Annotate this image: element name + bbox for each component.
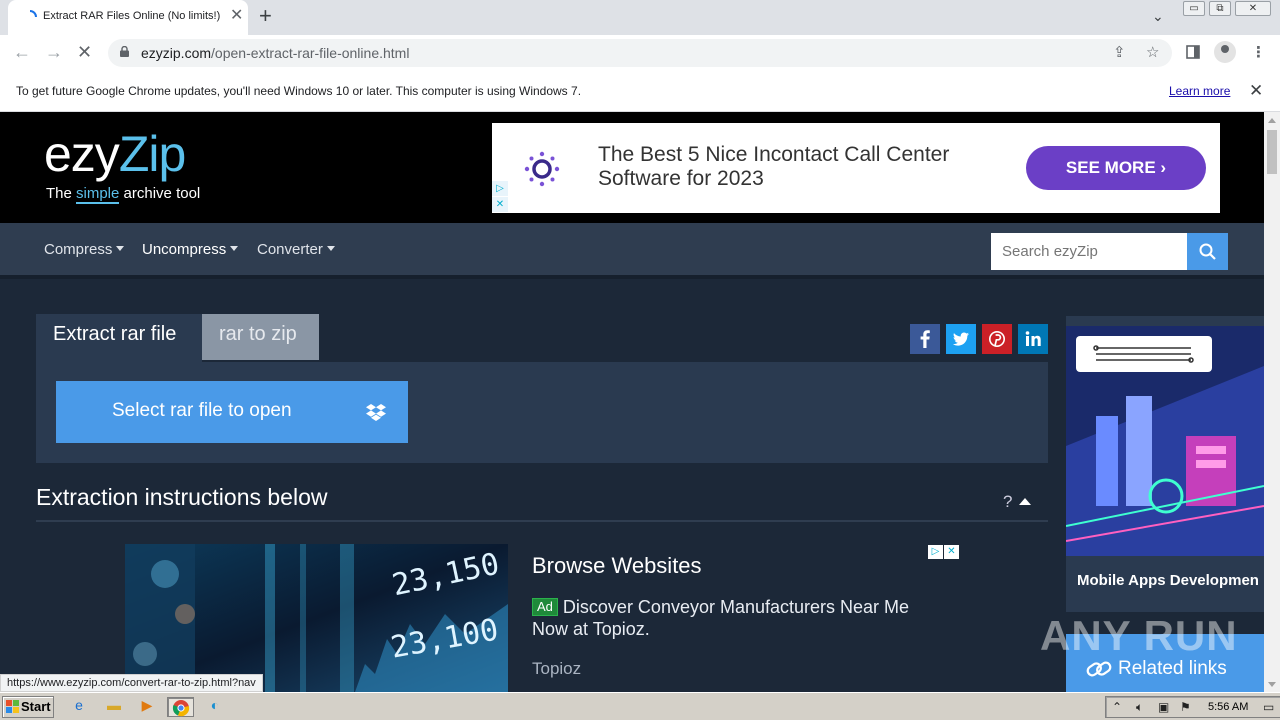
action-center-flag-icon[interactable]: ⚑ <box>1180 700 1191 714</box>
page-scrollbar[interactable] <box>1264 112 1280 692</box>
search-icon <box>1199 243 1216 260</box>
status-bar-url: https://www.ezyzip.com/convert-rar-to-zi… <box>0 674 263 692</box>
search-input[interactable] <box>991 233 1187 270</box>
twitter-icon[interactable] <box>946 324 976 354</box>
tab-strip: Extract RAR Files Online (No limits!) ✕ … <box>0 0 1280 35</box>
page-content: ezyZip The simple archive tool The Best … <box>0 112 1264 692</box>
tab-search-icon[interactable]: ⌄ <box>1152 8 1164 25</box>
folder-icon[interactable]: ▬ <box>103 697 125 717</box>
ad-close-icon[interactable]: ✕ <box>944 545 959 559</box>
infobar-message: To get future Google Chrome updates, you… <box>16 84 582 98</box>
taskbar-clock[interactable]: 5:56 AM <box>1208 701 1248 713</box>
side-ad-text: Mobile Apps Developmen <box>1077 572 1259 589</box>
tab-title: Extract RAR Files Online (No limits!) <box>43 10 221 22</box>
learn-more-link[interactable]: Learn more <box>1169 84 1230 98</box>
minimize-button[interactable]: ▭ <box>1183 1 1205 16</box>
new-tab-button[interactable]: + <box>259 4 272 28</box>
media-player-icon[interactable]: ▶ <box>136 697 158 717</box>
volume-icon[interactable]: 🔈︎ <box>1136 700 1143 715</box>
logo-tagline: The simple archive tool <box>46 185 201 204</box>
help-icon[interactable]: ? <box>1003 492 1012 512</box>
related-links-label: Related links <box>1118 658 1227 679</box>
sun-logo-icon <box>524 151 560 187</box>
site-logo[interactable]: ezyZip <box>44 126 186 182</box>
back-icon[interactable]: ← <box>13 41 31 63</box>
edge-icon[interactable]: ◐ <box>204 697 226 717</box>
scroll-down-icon[interactable] <box>1268 682 1276 687</box>
tab-extract-rar[interactable]: Extract rar file <box>36 314 202 362</box>
profile-avatar-icon[interactable] <box>1214 41 1236 63</box>
browser-tab[interactable]: Extract RAR Files Online (No limits!) ✕ <box>8 0 248 35</box>
windows-logo-icon <box>6 700 19 713</box>
main-navbar: Compress Uncompress Converter <box>0 223 1264 279</box>
menu-icon[interactable]: ⋮ <box>1251 43 1266 61</box>
ad-source: Topioz <box>532 659 582 678</box>
top-banner-ad[interactable]: The Best 5 Nice Incontact Call Center So… <box>492 123 1220 213</box>
circuit-ad-image <box>1066 326 1264 556</box>
ad-body[interactable]: Ad Discover Conveyor Manufacturers Near … <box>532 596 912 640</box>
share-icon[interactable]: ⇪ <box>1113 43 1126 61</box>
forward-icon[interactable]: → <box>45 41 63 63</box>
section-divider <box>36 520 1048 522</box>
stock-ticker-ad-image[interactable]: 23,150 23,100 <box>125 544 508 692</box>
scroll-up-icon[interactable] <box>1268 118 1276 123</box>
chrome-taskbar-icon[interactable] <box>167 697 194 717</box>
start-label: Start <box>21 699 51 714</box>
adchoices-icon[interactable]: ▷ <box>492 181 508 196</box>
link-icon <box>1086 661 1112 677</box>
system-tray: ⌃ 🔈︎ ▣ ⚑ ▭ <box>1105 696 1280 718</box>
url-text: ezyzip.com/open-extract-rar-file-online.… <box>141 45 410 61</box>
side-ad[interactable]: Mobile Apps Developmen <box>1066 316 1264 612</box>
tray-expand-icon[interactable]: ⌃ <box>1112 700 1122 714</box>
nav-converter[interactable]: Converter <box>257 241 335 258</box>
select-button-label: Select rar file to open <box>112 400 292 421</box>
scroll-thumb[interactable] <box>1267 130 1277 174</box>
ie-icon[interactable]: e <box>68 697 90 717</box>
site-search <box>991 233 1187 270</box>
linkedin-icon[interactable] <box>1018 324 1048 354</box>
nav-uncompress[interactable]: Uncompress <box>142 241 239 258</box>
show-desktop-icon[interactable]: ▭ <box>1263 700 1274 714</box>
infobar-close-icon[interactable]: ✕ <box>1249 81 1263 101</box>
select-rar-file-button[interactable]: Select rar file to open <box>56 381 408 443</box>
bookmark-star-icon[interactable]: ☆ <box>1146 43 1159 61</box>
network-icon[interactable]: ▣ <box>1158 700 1169 714</box>
close-window-button[interactable]: ✕ <box>1235 1 1271 16</box>
caret-down-icon <box>230 246 239 251</box>
stop-icon[interactable]: ✕ <box>77 41 92 63</box>
loading-icon <box>29 10 37 18</box>
see-more-button[interactable]: SEE MORE › <box>1026 146 1206 190</box>
site-header: ezyZip The simple archive tool The Best … <box>0 112 1264 223</box>
ad-title[interactable]: Browse Websites <box>532 553 702 579</box>
pinterest-icon[interactable] <box>982 324 1012 354</box>
nav-compress[interactable]: Compress <box>44 241 125 258</box>
tab-close-icon[interactable]: ✕ <box>230 7 243 25</box>
side-panel-icon[interactable] <box>1186 45 1200 59</box>
facebook-icon[interactable] <box>910 324 940 354</box>
update-infobar: To get future Google Chrome updates, you… <box>0 71 1280 112</box>
address-bar[interactable]: ezyzip.com/open-extract-rar-file-online.… <box>108 39 1172 67</box>
lock-icon <box>120 46 129 57</box>
windows-taskbar: Start e ▬ ▶ ◐ ⌃ 🔈︎ ▣ ⚑ ▭ 5:56 AM <box>0 692 1280 720</box>
ad-badge: Ad <box>532 598 558 616</box>
restore-button[interactable]: ⧉ <box>1209 1 1231 16</box>
tab-rar-to-zip[interactable]: rar to zip <box>202 314 319 360</box>
ad-headline: The Best 5 Nice Incontact Call Center So… <box>598 143 950 190</box>
collapse-caret-icon[interactable] <box>1019 498 1031 505</box>
ad-close-icon[interactable]: ✕ <box>492 197 508 212</box>
start-button[interactable]: Start <box>2 696 54 718</box>
dropbox-icon[interactable] <box>366 403 386 421</box>
caret-down-icon <box>116 246 125 251</box>
browser-toolbar: ← → ✕ ezyzip.com/open-extract-rar-file-o… <box>0 35 1280 71</box>
caret-down-icon <box>326 246 335 251</box>
adchoices-icon[interactable]: ▷ <box>928 545 943 559</box>
section-title: Extraction instructions below <box>36 484 328 510</box>
search-button[interactable] <box>1187 233 1228 270</box>
anyrun-watermark: ANY RUN <box>1040 612 1238 659</box>
